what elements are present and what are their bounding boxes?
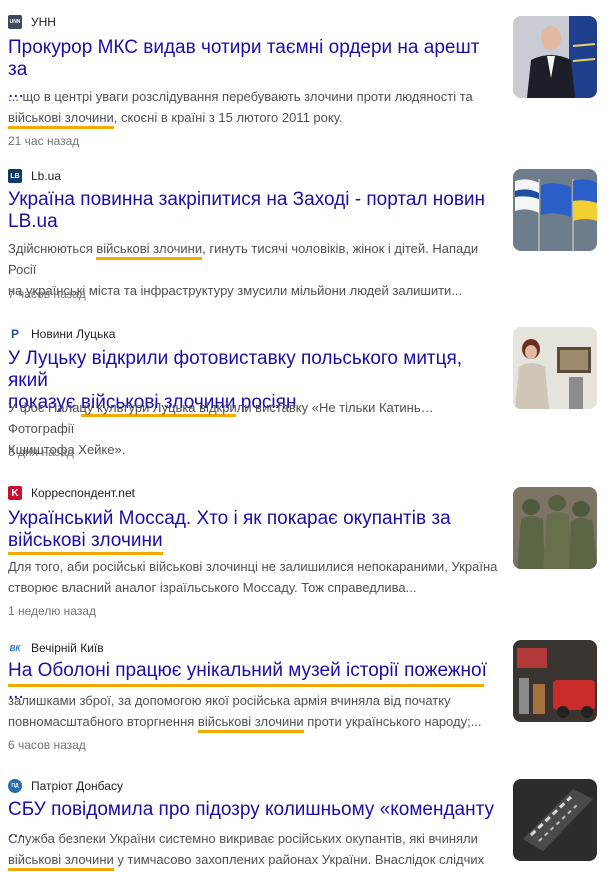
exhibition-photo-icon: [513, 327, 597, 409]
sbu-sign-photo-icon: [513, 779, 597, 861]
keyword-highlight: військові злочини: [8, 852, 114, 871]
source-row[interactable]: ВК Вечірній Київ: [8, 640, 104, 656]
source-logo-icon: ВК: [8, 641, 22, 655]
source-row[interactable]: LB Lb.ua: [8, 168, 61, 184]
news-snippet: У фоє Палацу культури Луцька відкрили ви…: [8, 400, 434, 457]
source-name: Патріот Донбасу: [31, 779, 123, 793]
news-title[interactable]: Україна повинна закріпитися на Заході - …: [8, 189, 498, 233]
keyword-highlight: військові злочини: [96, 241, 203, 260]
news-thumbnail[interactable]: [513, 169, 597, 251]
source-logo-icon: ПД: [8, 779, 22, 793]
news-snippet: Служба безпеки України системно викриває…: [8, 828, 498, 871]
source-logo-icon: UNN: [8, 15, 22, 29]
source-row[interactable]: UNN УНН: [8, 14, 56, 30]
source-row[interactable]: K Корреспондент.net: [8, 485, 135, 501]
flags-photo-icon: [513, 169, 597, 251]
fire-museum-photo-icon: [513, 640, 597, 722]
title-underline: [8, 684, 484, 687]
news-thumbnail[interactable]: [513, 327, 597, 409]
source-row[interactable]: ПД Патріот Донбасу: [8, 778, 123, 794]
source-logo-icon: LB: [8, 169, 22, 183]
news-thumbnail[interactable]: [513, 640, 597, 722]
source-name: Lb.ua: [31, 169, 62, 183]
news-snippet: Для того, аби російські військові злочин…: [8, 559, 498, 595]
source-name: Вечірній Київ: [31, 641, 104, 655]
news-thumbnail[interactable]: [513, 779, 597, 861]
news-time: 7 часов назад: [8, 287, 86, 301]
keyword-highlight: військові злочини: [8, 530, 163, 555]
source-logo-icon: K: [8, 486, 22, 500]
news-time: 21 час назад: [8, 134, 80, 148]
soldiers-photo-icon: [513, 487, 597, 569]
news-thumbnail[interactable]: [513, 487, 597, 569]
news-thumbnail[interactable]: [513, 16, 597, 98]
news-time: 3 дня назад: [8, 445, 74, 459]
news-time: 6 часов назад: [8, 738, 86, 752]
source-name: Новини Луцька: [31, 327, 116, 341]
news-time: 1 неделю назад: [8, 604, 97, 618]
news-snippet: ... що в центрі уваги розслідування пере…: [8, 86, 498, 129]
keyword-highlight: військові злочини: [197, 714, 304, 733]
prosecutor-photo-icon: [513, 16, 597, 98]
news-title[interactable]: Український Моссад. Хто і як покарає оку…: [8, 508, 498, 555]
news-snippet: залишками зброї, за допомогою якої росій…: [8, 690, 498, 733]
source-name: УНН: [31, 15, 56, 29]
source-row[interactable]: P Новини Луцька: [8, 326, 115, 342]
source-logo-icon: P: [8, 327, 22, 341]
source-name: Корреспондент.net: [31, 486, 135, 500]
keyword-highlight: військові злочини: [8, 110, 114, 129]
